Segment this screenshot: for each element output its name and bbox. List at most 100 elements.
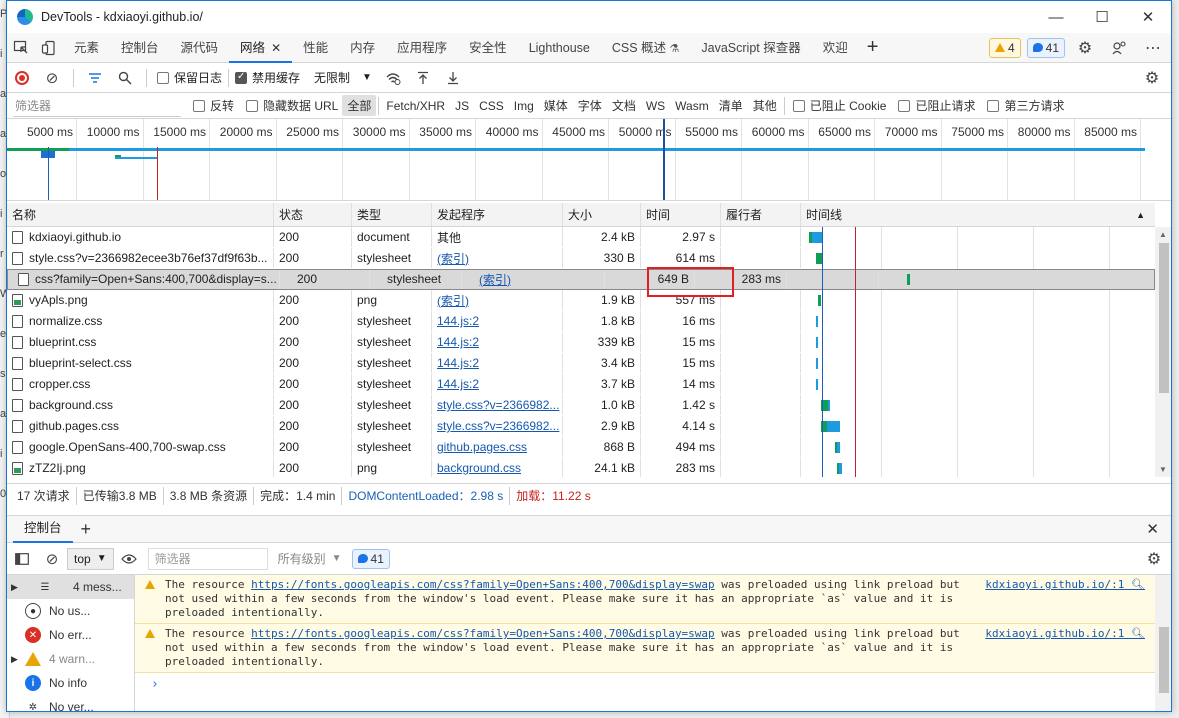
tab-console[interactable]: 控制台 [110,33,170,63]
filter-type-all[interactable]: 全部 [342,95,377,116]
filter-type-ws[interactable]: WS [641,97,670,115]
scrollbar-thumb[interactable] [1159,243,1169,393]
add-tab-icon[interactable]: + [859,36,887,59]
close-window-button[interactable]: ✕ [1125,1,1171,33]
initiator-link[interactable]: (索引) [479,271,511,288]
import-har-icon[interactable] [408,63,438,93]
col-waterfall-header[interactable]: 时间线 ▲ [801,203,1155,226]
disable-cache-checkbox[interactable]: 禁用缓存 [235,69,300,86]
console-scrollbar[interactable] [1155,575,1171,711]
warnings-badge[interactable]: 4 [988,37,1021,58]
drawer-add-tab-icon[interactable]: + [73,519,100,540]
col-initiator-header[interactable]: 发起程序 [432,203,563,226]
table-row[interactable]: cropper.css 200 stylesheet 144.js:2 3.7 kB 14… [7,374,1155,395]
tab-css-overview[interactable]: CSS 概述 ⚗ [601,33,691,63]
tab-elements[interactable]: 元素 [63,33,110,63]
messages-badge[interactable]: 41 [1026,37,1065,58]
sidebar-item-info[interactable]: i No info [7,671,134,695]
initiator-link[interactable]: (索引) [437,250,469,267]
col-status-header[interactable]: 状态 [274,203,352,226]
context-select[interactable]: top ▼ [67,547,114,570]
sidebar-item-errors[interactable]: ✕ No err... [7,623,134,647]
message-url-link[interactable]: https://fonts.googleapis.com/css?family=… [251,627,715,640]
initiator-link[interactable]: (索引) [437,292,469,309]
table-row[interactable]: vyApls.png 200 png (索引) 1.9 kB 557 ms [7,290,1155,311]
inspect-element-icon[interactable] [7,33,35,63]
sidebar-item-warnings[interactable]: ▶ 4 warn... [7,647,134,671]
filter-type-doc[interactable]: 文档 [607,95,641,116]
table-row[interactable]: style.css?v=2366982ecee3b76ef37df9f63b..… [7,248,1155,269]
search-button[interactable] [110,63,140,93]
table-row[interactable]: github.pages.css 200 stylesheet style.css?v… [7,416,1155,437]
scrollbar-thumb[interactable] [1159,627,1169,693]
log-levels-select[interactable]: 所有级别 ▼ [272,548,348,570]
maximize-button[interactable]: ☐ [1079,1,1125,33]
initiator-link[interactable]: 144.js:2 [437,356,479,370]
connect-devices-icon[interactable] [1105,33,1133,63]
console-warning-message[interactable]: The resource https://fonts.googleapis.co… [135,575,1155,624]
tab-performance[interactable]: 性能 [292,33,339,63]
live-expression-eye-icon[interactable] [114,544,144,574]
message-source-link[interactable]: kdxiaoyi.github.io/:1 🔍︎ [985,578,1145,592]
col-size-header[interactable]: 大小 [563,203,641,226]
tab-welcome[interactable]: 欢迎 [812,33,859,63]
network-settings-gear-icon[interactable]: ⚙ [1137,63,1167,93]
message-url-link[interactable]: https://fonts.googleapis.com/css?family=… [251,578,715,591]
tab-application[interactable]: 应用程序 [386,33,458,63]
table-row[interactable]: blueprint-select.css 200 stylesheet 144.js:… [7,353,1155,374]
table-row[interactable]: css?family=Open+Sans:400,700&display=s..… [7,269,1155,290]
table-scrollbar[interactable]: ▲ ▼ [1155,227,1171,477]
table-row[interactable]: kdxiaoyi.github.io 200 document 其他 2.4 kB 2.9… [7,227,1155,248]
device-emulation-icon[interactable] [35,33,63,63]
message-source-link[interactable]: kdxiaoyi.github.io/:1 🔍︎ [985,627,1145,641]
console-filter-input[interactable]: 筛选器 [147,547,268,570]
filter-type-manifest[interactable]: 清单 [714,95,748,116]
clear-button[interactable]: ⊘ [37,63,67,93]
console-settings-gear-icon[interactable]: ⚙ [1139,544,1169,574]
scroll-up-icon[interactable]: ▲ [1159,230,1167,239]
table-row[interactable]: blueprint.css 200 stylesheet 144.js:2 339 kB… [7,332,1155,353]
initiator-link[interactable]: 144.js:2 [437,314,479,328]
record-button[interactable] [7,63,37,93]
table-row[interactable]: normalize.css 200 stylesheet 144.js:2 1.8 kB… [7,311,1155,332]
toggle-sidebar-icon[interactable] [7,544,37,574]
col-fulfilled-header[interactable]: 履行者 [721,203,801,226]
filter-input[interactable]: 筛选器 [13,95,181,117]
overview-playhead[interactable] [663,119,665,200]
invert-checkbox[interactable]: 反转 [193,97,234,114]
filter-type-media[interactable]: 媒体 [539,95,573,116]
filter-type-fetch-xhr[interactable]: Fetch/XHR [381,97,450,115]
clear-console-icon[interactable]: ⊘ [37,544,67,574]
export-har-icon[interactable] [438,63,468,93]
console-prompt[interactable]: › [135,677,1155,692]
table-row[interactable]: background.css 200 stylesheet style.css?v=2… [7,395,1155,416]
filter-type-img[interactable]: Img [509,97,539,115]
blocked-requests-checkbox[interactable]: 已阻止请求 [898,97,975,114]
col-name-header[interactable]: 名称 [7,203,274,226]
filter-type-other[interactable]: 其他 [748,95,782,116]
table-row[interactable]: google.OpenSans-400,700-swap.css 200 style… [7,437,1155,458]
tab-security[interactable]: 安全性 [458,33,518,63]
initiator-link[interactable]: github.pages.css [437,440,527,454]
filter-type-wasm[interactable]: Wasm [670,97,714,115]
blocked-cookies-checkbox[interactable]: 已阻止 Cookie [792,97,886,114]
drawer-tab-console[interactable]: 控制台 [13,515,73,543]
close-drawer-icon[interactable]: ✕ [1146,520,1159,538]
close-tab-icon[interactable]: ✕ [271,41,281,55]
col-time-header[interactable]: 时间 [641,203,721,226]
console-messages-badge[interactable]: 41 [351,548,390,569]
sidebar-item-messages[interactable]: ▶ ☰ 4 mess... [7,575,134,599]
tab-sources[interactable]: 源代码 [170,33,230,63]
tab-network[interactable]: 网络 ✕ [229,33,293,63]
filter-type-font[interactable]: 字体 [573,95,607,116]
initiator-link[interactable]: style.css?v=2366982... [437,398,559,412]
table-row[interactable]: zTZ2Ij.png 200 png background.css 24.1 kB 283… [7,458,1155,477]
initiator-link[interactable]: 144.js:2 [437,377,479,391]
filter-type-css[interactable]: CSS [474,97,509,115]
tab-memory[interactable]: 内存 [339,33,386,63]
hide-data-url-checkbox[interactable]: 隐藏数据 URL [246,97,338,114]
console-warning-message[interactable]: The resource https://fonts.googleapis.co… [135,624,1155,673]
preserve-log-checkbox[interactable]: 保留日志 [157,69,222,86]
minimize-button[interactable]: — [1033,1,1079,33]
sidebar-item-user-messages[interactable]: ● No us... [7,599,134,623]
